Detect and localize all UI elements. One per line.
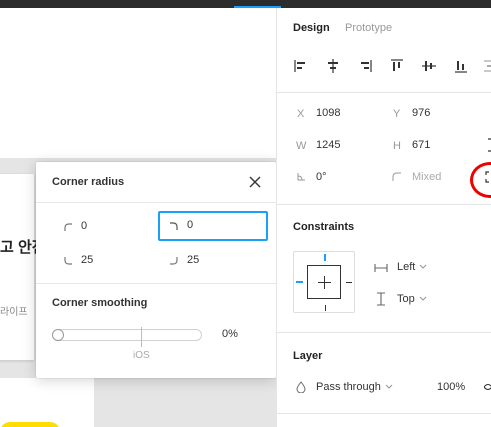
canvas-card[interactable] <box>0 174 34 360</box>
constraint-bottom[interactable] <box>325 305 326 311</box>
blend-mode-value: Pass through <box>316 381 381 393</box>
constraint-widget[interactable] <box>293 251 355 313</box>
w-input[interactable] <box>316 139 366 151</box>
align-vertical-center-icon[interactable] <box>421 58 437 74</box>
panel-divider <box>277 332 491 333</box>
distribute-icon[interactable] <box>483 58 491 74</box>
bottom-left-radius-input[interactable] <box>81 251 151 269</box>
blend-mode-dropdown[interactable]: Pass through <box>316 381 393 393</box>
w-label: W <box>296 140 307 152</box>
slider-thumb[interactable] <box>52 329 64 341</box>
properties-panel: Design Prototype X Y W H Constraints <box>276 8 491 427</box>
align-bottom-icon[interactable] <box>453 58 469 74</box>
top-toolbar <box>0 0 491 8</box>
x-input[interactable] <box>316 107 366 119</box>
popup-divider <box>36 283 276 284</box>
yellow-button-shape[interactable] <box>0 422 60 427</box>
y-label: Y <box>393 108 401 120</box>
horizontal-constraint-icon <box>374 264 388 272</box>
constraint-right[interactable] <box>346 282 352 283</box>
vertical-constraint-icon <box>377 292 385 306</box>
canvas-lower-card[interactable] <box>0 378 94 427</box>
tab-design[interactable]: Design <box>293 22 330 34</box>
chevron-down-icon <box>385 384 393 389</box>
corner-radius-popup: Corner radius Corner smoothing 0% iOS <box>36 162 276 378</box>
corner-smoothing-slider[interactable] <box>52 329 202 341</box>
constraint-left[interactable] <box>296 281 303 283</box>
align-left-icon[interactable] <box>293 58 309 74</box>
card-subtitle-text: 라이프 <box>0 307 28 318</box>
align-top-icon[interactable] <box>389 58 405 74</box>
horizontal-constraint-value: Left <box>397 261 416 273</box>
vertical-constraint-dropdown[interactable]: Top <box>397 293 427 305</box>
bottom-left-radius-field[interactable] <box>52 246 160 274</box>
tab-prototype[interactable]: Prototype <box>345 22 392 34</box>
h-input[interactable] <box>412 139 462 151</box>
corner-radius-icon <box>392 172 401 181</box>
corner-radius-input[interactable] <box>412 171 462 183</box>
top-left-radius-input[interactable] <box>81 217 151 235</box>
corner-smoothing-value: 0% <box>222 328 238 340</box>
bottom-right-radius-input[interactable] <box>187 251 257 269</box>
panel-divider <box>277 413 491 414</box>
horizontal-constraint-dropdown[interactable]: Left <box>397 261 427 273</box>
ios-label: iOS <box>133 350 150 361</box>
layer-title: Layer <box>293 350 323 362</box>
rotation-icon <box>297 173 305 181</box>
panel-divider <box>277 92 491 93</box>
ios-tick-mark <box>141 327 142 347</box>
popup-title: Corner radius <box>52 176 125 188</box>
top-left-radius-field[interactable] <box>52 212 160 240</box>
corner-bottom-left-icon <box>64 257 72 265</box>
constraint-inner-box[interactable] <box>307 265 341 299</box>
align-right-icon[interactable] <box>357 58 373 74</box>
visibility-eye-icon[interactable] <box>484 382 491 392</box>
canvas-frame[interactable] <box>0 8 276 158</box>
constrain-proportions-icon[interactable] <box>485 138 491 152</box>
panel-divider <box>277 204 491 205</box>
align-horizontal-center-icon[interactable] <box>325 58 341 74</box>
top-right-radius-field[interactable] <box>158 211 268 241</box>
popup-divider <box>36 202 276 203</box>
corner-top-right-icon <box>170 222 178 230</box>
blend-mode-icon <box>296 381 306 393</box>
corner-smoothing-title: Corner smoothing <box>52 297 148 309</box>
rotation-input[interactable] <box>316 171 366 183</box>
constraints-title: Constraints <box>293 221 355 233</box>
close-button[interactable] <box>246 173 264 191</box>
corner-bottom-right-icon <box>170 257 178 265</box>
y-input[interactable] <box>412 107 462 119</box>
constraint-top[interactable] <box>324 254 326 261</box>
h-label: H <box>393 140 401 152</box>
close-icon <box>249 176 261 188</box>
vertical-constraint-value: Top <box>397 293 415 305</box>
corner-top-left-icon <box>64 223 72 231</box>
constraint-center-vertical[interactable] <box>324 276 325 289</box>
chevron-down-icon <box>419 264 427 269</box>
chevron-down-icon <box>419 296 427 301</box>
layer-opacity-input[interactable] <box>437 381 477 393</box>
top-right-radius-input[interactable] <box>187 216 257 234</box>
x-label: X <box>297 108 305 120</box>
bottom-right-radius-field[interactable] <box>158 246 266 274</box>
